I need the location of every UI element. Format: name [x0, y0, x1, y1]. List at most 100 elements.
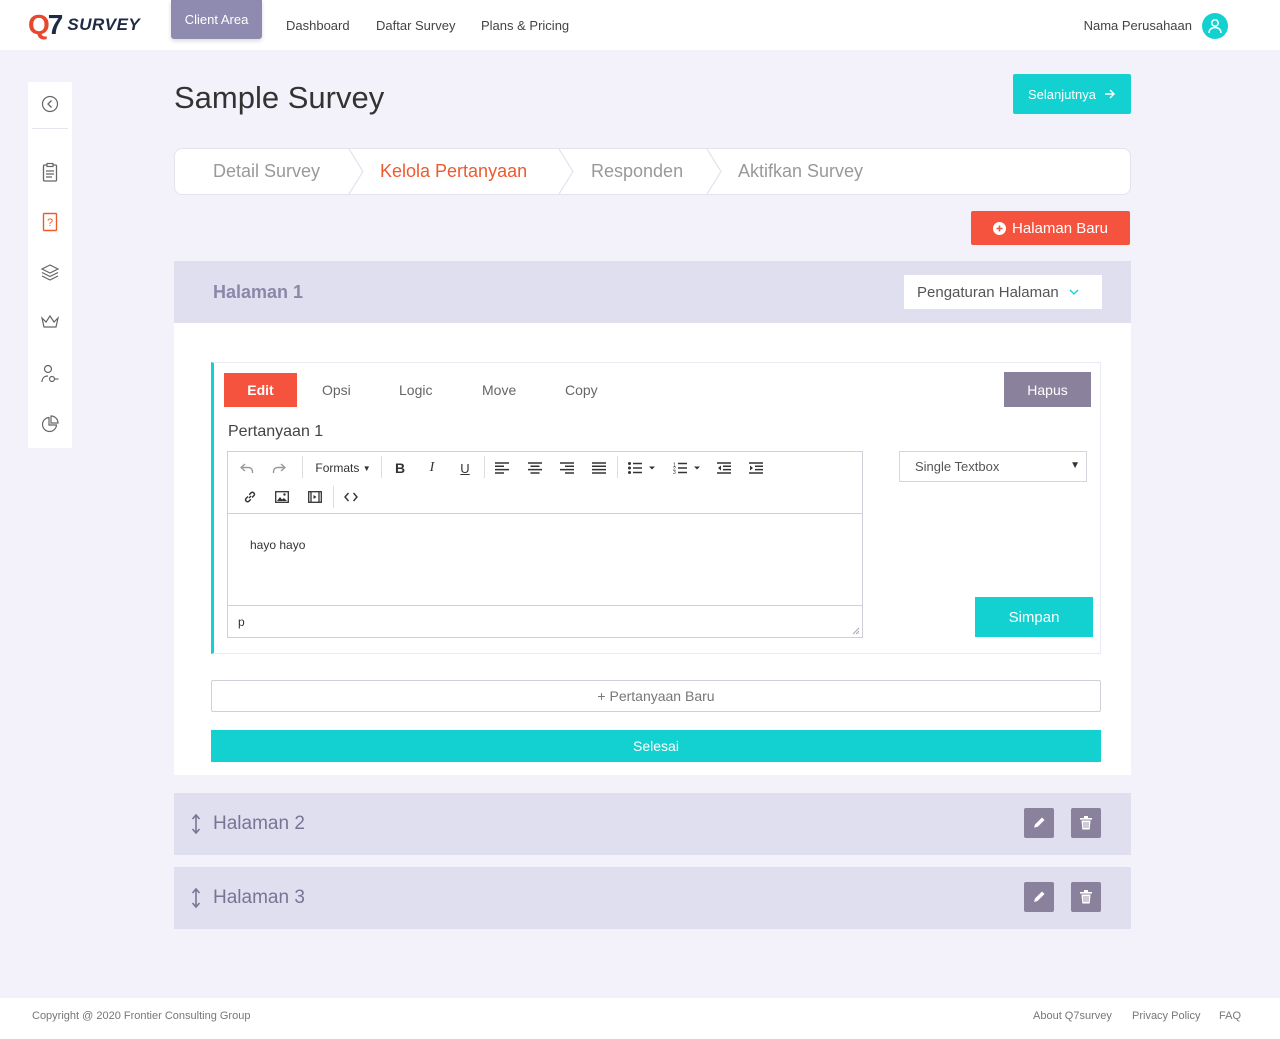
- clipboard-icon[interactable]: [40, 162, 60, 182]
- tab-move[interactable]: Move: [482, 382, 516, 398]
- image-icon[interactable]: [271, 486, 293, 508]
- toolbar-separator: [333, 486, 334, 508]
- question-label: Pertanyaan 1: [228, 423, 324, 440]
- align-center-icon[interactable]: [524, 457, 546, 479]
- delete-page-button[interactable]: [1071, 808, 1101, 838]
- delete-question-button[interactable]: Hapus: [1004, 372, 1091, 407]
- toolbar-separator: [617, 456, 618, 478]
- page-row: Halaman 3: [174, 867, 1131, 929]
- new-page-label: Halaman Baru: [1012, 219, 1108, 237]
- element-path: p: [238, 615, 245, 629]
- bold-icon[interactable]: B: [389, 457, 411, 479]
- footer-link-faq[interactable]: FAQ: [1219, 1010, 1241, 1022]
- trash-icon: [1080, 816, 1092, 830]
- align-right-icon[interactable]: [556, 457, 578, 479]
- caret-down-icon: ▼: [362, 463, 371, 473]
- sidebar: ?: [28, 82, 72, 448]
- step-separator: [558, 149, 574, 194]
- back-circle-icon[interactable]: [40, 94, 60, 114]
- page-title: Sample Survey: [174, 80, 385, 115]
- copyright-text: Copyright @ 2020 Frontier Consulting Gro…: [32, 1010, 251, 1022]
- page-settings-dropdown[interactable]: Pengaturan Halaman: [904, 275, 1102, 309]
- page-1-title: Halaman 1: [213, 282, 304, 302]
- trash-icon: [1080, 890, 1092, 904]
- tab-opsi[interactable]: Opsi: [322, 382, 351, 398]
- sidebar-divider: [32, 128, 68, 129]
- step-aktifkan-survey[interactable]: Aktifkan Survey: [738, 149, 863, 194]
- new-question-button[interactable]: + Pertanyaan Baru: [211, 680, 1101, 712]
- tab-copy[interactable]: Copy: [565, 382, 598, 398]
- page-2-title: Halaman 2: [213, 813, 305, 834]
- redo-icon[interactable]: [268, 457, 290, 479]
- numbered-list-icon[interactable]: 123: [669, 457, 705, 479]
- tab-logic[interactable]: Logic: [399, 382, 432, 398]
- underline-icon[interactable]: U: [454, 457, 476, 479]
- undo-icon[interactable]: [236, 457, 258, 479]
- align-justify-icon[interactable]: [588, 457, 610, 479]
- pencil-icon: [1034, 891, 1045, 902]
- edit-page-button[interactable]: [1024, 882, 1054, 912]
- italic-icon[interactable]: I: [421, 457, 443, 479]
- wizard-steps: Detail Survey Kelola Pertanyaan Responde…: [174, 148, 1131, 195]
- question-type-value: Single Textbox: [915, 459, 1000, 474]
- next-button-label: Selanjutnya: [1028, 86, 1096, 102]
- top-navbar: Q7 SURVEY Client Area Dashboard Daftar S…: [0, 0, 1280, 50]
- tab-edit[interactable]: Edit: [224, 373, 297, 407]
- new-page-button[interactable]: Halaman Baru: [971, 211, 1130, 245]
- footer-link-privacy[interactable]: Privacy Policy: [1132, 1010, 1200, 1022]
- link-icon[interactable]: [239, 486, 261, 508]
- done-button[interactable]: Selesai: [211, 730, 1101, 762]
- step-separator: [348, 149, 364, 194]
- next-button[interactable]: Selanjutnya: [1013, 74, 1131, 114]
- drag-handle-icon[interactable]: [190, 887, 202, 909]
- editor-statusbar: p: [228, 605, 862, 637]
- crown-icon[interactable]: [40, 312, 60, 332]
- user-name[interactable]: Nama Perusahaan: [1084, 18, 1192, 33]
- align-left-icon[interactable]: [491, 457, 513, 479]
- step-detail-survey[interactable]: Detail Survey: [213, 149, 320, 194]
- bullet-list-icon[interactable]: [624, 457, 660, 479]
- app-logo[interactable]: Q7 SURVEY: [28, 9, 141, 40]
- step-responden[interactable]: Responden: [591, 149, 683, 194]
- media-icon[interactable]: [304, 486, 326, 508]
- plus-circle-icon: [993, 221, 1007, 235]
- page-1-header: Halaman 1 Pengaturan Halaman: [174, 261, 1131, 323]
- save-button[interactable]: Simpan: [975, 597, 1093, 637]
- toolbar-separator: [381, 456, 382, 478]
- toolbar-separator: [302, 456, 303, 478]
- step-kelola-pertanyaan[interactable]: Kelola Pertanyaan: [380, 149, 527, 194]
- svg-text:?: ?: [47, 217, 53, 229]
- nav-plans-pricing[interactable]: Plans & Pricing: [481, 18, 569, 33]
- chevron-down-icon: [1069, 289, 1079, 295]
- editor-toolbar: Formats ▼ B I U 123: [228, 452, 862, 514]
- outdent-icon[interactable]: [713, 457, 735, 479]
- rich-text-editor: Formats ▼ B I U 123 hayo hayo p: [227, 451, 863, 638]
- toolbar-separator: [484, 456, 485, 478]
- svg-text:3: 3: [673, 470, 676, 474]
- logo-mark: Q7: [28, 9, 63, 40]
- nav-daftar-survey[interactable]: Daftar Survey: [376, 18, 455, 33]
- footer: Copyright @ 2020 Frontier Consulting Gro…: [0, 998, 1280, 1039]
- edit-page-button[interactable]: [1024, 808, 1054, 838]
- layers-icon[interactable]: [40, 262, 60, 282]
- resize-handle-icon[interactable]: [852, 627, 860, 635]
- user-key-icon[interactable]: [40, 364, 60, 384]
- pencil-icon: [1033, 817, 1045, 829]
- footer-link-about[interactable]: About Q7survey: [1033, 1010, 1112, 1022]
- nav-dashboard[interactable]: Dashboard: [286, 18, 350, 33]
- editor-content[interactable]: hayo hayo: [250, 538, 305, 552]
- formats-label: Formats: [315, 461, 360, 475]
- delete-page-button[interactable]: [1071, 882, 1101, 912]
- user-avatar-icon[interactable]: [1202, 13, 1228, 39]
- nav-client-area[interactable]: Client Area: [171, 0, 262, 39]
- logo-text: SURVEY: [67, 15, 141, 34]
- pie-chart-icon[interactable]: [40, 414, 60, 434]
- indent-icon[interactable]: [745, 457, 767, 479]
- question-type-select[interactable]: Single Textbox ▼: [899, 451, 1087, 482]
- drag-handle-icon[interactable]: [190, 813, 202, 835]
- question-book-icon[interactable]: ?: [40, 212, 60, 232]
- page-row: Halaman 2: [174, 793, 1131, 855]
- code-icon[interactable]: [340, 486, 362, 508]
- arrow-right-icon: [1104, 89, 1115, 99]
- formats-dropdown[interactable]: Formats ▼: [310, 457, 376, 479]
